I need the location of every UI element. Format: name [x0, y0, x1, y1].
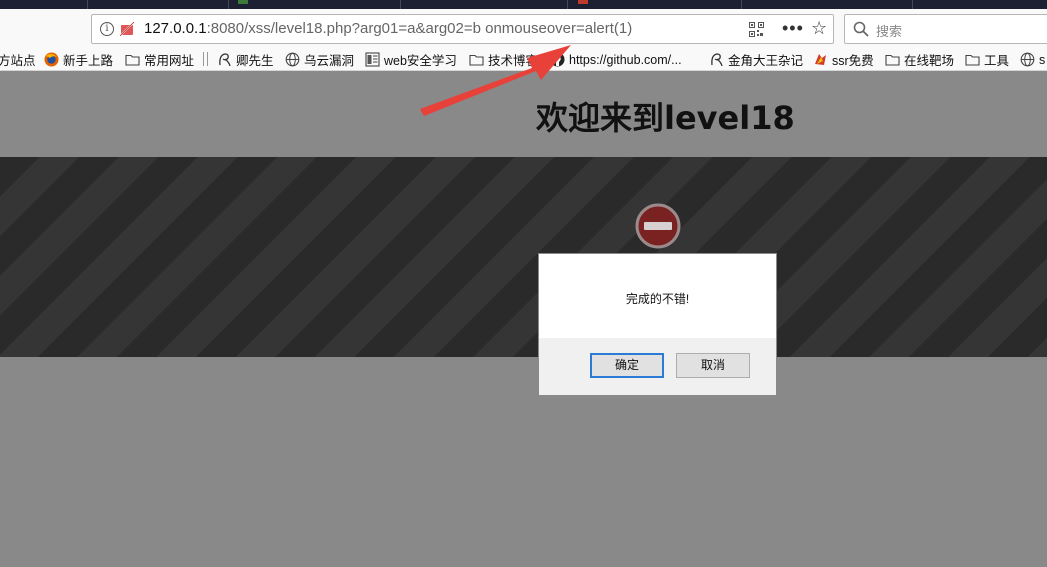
swirl-icon — [711, 53, 723, 67]
bookmark-item[interactable]: web安全学习 — [365, 51, 457, 68]
alert-dialog-body: 完成的不错! — [539, 254, 776, 338]
tab-separator — [228, 0, 229, 9]
bookmark-item[interactable]: 乌云漏洞 — [285, 51, 354, 68]
bookmark-item[interactable]: 工具 — [965, 51, 1009, 68]
bookmark-label: 常用网址 — [144, 54, 195, 68]
bookmark-item[interactable]: 新手上路 — [44, 51, 113, 68]
url-path: :8080/xss/level18.php?arg01=a&arg02=b on… — [206, 20, 633, 37]
site-info-icon[interactable]: i — [100, 22, 114, 36]
tab-separator — [87, 0, 88, 9]
folder-icon — [885, 54, 900, 66]
url-bar[interactable]: i 127.0.0.1:8080/xss/level18.php?arg01=a… — [91, 14, 834, 44]
url-text[interactable]: 127.0.0.1:8080/xss/level18.php?arg01=a&a… — [144, 20, 632, 37]
bookmark-label: 方站点 — [0, 54, 36, 68]
github-icon — [550, 52, 565, 67]
bookmark-item[interactable]: 金角大王杂记 — [709, 51, 803, 68]
page-banner-image[interactable] — [0, 157, 1047, 357]
tab-separator — [912, 0, 913, 9]
bookmark-separator — [203, 52, 204, 66]
bookmark-item[interactable]: ssr免费 — [813, 51, 874, 68]
tab-strip — [0, 0, 1047, 9]
tab-separator — [567, 0, 568, 9]
tab-separator — [400, 0, 401, 9]
ssr-icon — [815, 54, 826, 65]
alert-message: 完成的不错! — [625, 292, 690, 306]
bookmark-item[interactable]: 技术博客 — [469, 51, 538, 68]
stop-icon — [635, 203, 681, 249]
bookmark-item[interactable]: s — [1020, 51, 1045, 68]
alert-dialog: 完成的不错! 确定 取消 — [538, 253, 777, 396]
bookmark-item[interactable]: https://github.com/... — [550, 51, 682, 68]
tab-separator — [741, 0, 742, 9]
bookmark-item[interactable]: 卿先生 — [217, 51, 274, 68]
firefox-icon — [44, 52, 59, 67]
page-icon — [365, 52, 380, 67]
bookmark-label: 技术博客 — [488, 54, 539, 68]
url-host: 127.0.0.1 — [144, 20, 207, 37]
globe-icon — [1020, 52, 1035, 67]
bookmark-label: https://github.com/... — [569, 52, 682, 67]
bookmark-label: 在线靶场 — [904, 54, 955, 68]
bookmark-label: 乌云漏洞 — [304, 54, 355, 68]
page-title: 欢迎来到level18 — [536, 99, 795, 137]
bookmark-label: s — [1039, 52, 1046, 67]
folder-icon — [125, 54, 140, 66]
bookmark-separator — [207, 52, 208, 66]
bookmark-star-icon[interactable]: ☆ — [811, 18, 827, 39]
tab-favicon[interactable] — [238, 0, 248, 4]
bookmark-label: ssr免费 — [832, 54, 874, 68]
search-placeholder: 搜索 — [876, 24, 903, 39]
bookmark-label: web安全学习 — [384, 54, 457, 68]
bookmark-item[interactable]: 常用网址 — [125, 51, 194, 68]
ok-button[interactable]: 确定 — [590, 353, 664, 378]
bookmark-label: 工具 — [984, 54, 1010, 68]
bookmark-item[interactable]: 在线靶场 — [885, 51, 954, 68]
bookmark-item[interactable]: 方站点 — [0, 51, 36, 68]
search-icon — [853, 21, 869, 37]
bookmarks-toolbar: 方站点 新手上路 常用网址 卿先生 乌云漏洞 web安全学习 技术博客 http… — [0, 47, 1047, 71]
tab-favicon[interactable] — [578, 0, 588, 4]
folder-icon — [965, 54, 980, 66]
bookmark-label: 新手上路 — [63, 54, 114, 68]
insecure-connection-icon[interactable] — [120, 22, 134, 36]
page-actions-more-icon[interactable]: ••• — [782, 18, 804, 39]
globe-icon — [285, 52, 300, 67]
navigation-toolbar: i 127.0.0.1:8080/xss/level18.php?arg01=a… — [0, 9, 1047, 47]
bookmark-label: 金角大王杂记 — [728, 54, 804, 68]
swirl-icon — [219, 53, 231, 67]
cancel-button[interactable]: 取消 — [676, 353, 750, 378]
qr-code-icon[interactable] — [749, 22, 764, 37]
search-bar[interactable]: 搜索 — [844, 14, 1047, 44]
bookmark-label: 卿先生 — [236, 54, 274, 68]
folder-icon — [469, 54, 484, 66]
